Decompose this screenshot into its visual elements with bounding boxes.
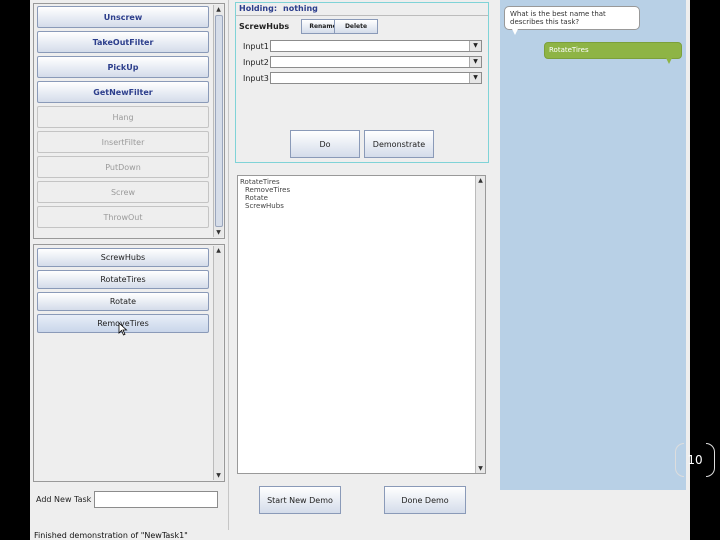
insert-filter-button[interactable]: InsertFilter: [37, 131, 209, 153]
chevron-down-icon[interactable]: ▼: [469, 41, 481, 51]
get-new-filter-button[interactable]: GetNewFilter: [37, 81, 209, 103]
scroll-down-arrow-icon[interactable]: ▼: [214, 228, 223, 237]
add-new-task-label: Add New Task: [36, 495, 92, 504]
scroll-up-arrow-icon[interactable]: ▲: [476, 176, 485, 185]
delete-button[interactable]: Delete: [334, 19, 378, 34]
do-button[interactable]: Do: [290, 130, 360, 158]
tree-child-item[interactable]: RemoveTires: [245, 186, 290, 194]
holding-value: nothing: [283, 4, 318, 13]
learned-tasks-panel: ScrewHubs RotateTires Rotate RemoveTires…: [33, 244, 225, 482]
input3-dropdown[interactable]: ▼: [270, 72, 482, 84]
scroll-down-arrow-icon[interactable]: ▼: [214, 471, 223, 480]
take-out-filter-button[interactable]: TakeOutFilter: [37, 31, 209, 53]
chevron-down-icon[interactable]: ▼: [469, 73, 481, 83]
user-answer-bubble: RotateTires: [544, 42, 682, 59]
slide-page-number: 10: [675, 441, 715, 479]
selected-task-name: ScrewHubs: [239, 22, 290, 31]
tree-scrollbar[interactable]: ▲ ▼: [475, 176, 485, 473]
input1-dropdown[interactable]: ▼: [270, 40, 482, 52]
pick-up-button[interactable]: PickUp: [37, 56, 209, 78]
scroll-down-arrow-icon[interactable]: ▼: [476, 464, 485, 473]
add-new-task-input[interactable]: [94, 491, 218, 508]
throw-out-button[interactable]: ThrowOut: [37, 206, 209, 228]
primitives-scroll-thumb[interactable]: [215, 15, 223, 227]
input3-label: Input3: [243, 74, 269, 83]
input1-label: Input1: [243, 42, 269, 51]
screw-button[interactable]: Screw: [37, 181, 209, 203]
mouse-pointer-icon: [118, 322, 128, 336]
hang-button[interactable]: Hang: [37, 106, 209, 128]
unscrew-button[interactable]: Unscrew: [37, 6, 209, 28]
tasks-scrollbar[interactable]: ▲ ▼: [213, 246, 223, 480]
holding-label: Holding:: [239, 4, 278, 13]
task-tree-panel: RotateTires RemoveTires Rotate ScrewHubs…: [237, 175, 486, 474]
task-screwhubs-button[interactable]: ScrewHubs: [37, 248, 209, 267]
task-rotatetires-button[interactable]: RotateTires: [37, 270, 209, 289]
put-down-button[interactable]: PutDown: [37, 156, 209, 178]
done-demo-button[interactable]: Done Demo: [384, 486, 466, 514]
tree-root-item[interactable]: RotateTires: [240, 178, 280, 186]
chevron-down-icon[interactable]: ▼: [469, 57, 481, 67]
task-action-panel: Holding: nothing ScrewHubs Rename Delete …: [235, 2, 489, 163]
status-bar: Finished demonstration of "NewTask1": [30, 531, 690, 540]
scroll-up-arrow-icon[interactable]: ▲: [214, 246, 223, 255]
robot-question-bubble: What is the best name that describes thi…: [504, 6, 640, 30]
chat-panel: What is the best name that describes thi…: [500, 0, 686, 490]
primitive-actions-list: Unscrew TakeOutFilter PickUp GetNewFilte…: [37, 6, 211, 231]
tree-child-item[interactable]: Rotate: [245, 194, 268, 202]
question-bubble-tail: [512, 29, 518, 35]
column-divider: [228, 0, 229, 530]
demonstrate-button[interactable]: Demonstrate: [364, 130, 434, 158]
scroll-up-arrow-icon[interactable]: ▲: [214, 5, 223, 14]
holding-status: Holding: nothing: [239, 4, 324, 13]
answer-bubble-tail: [666, 58, 672, 64]
primitives-scrollbar[interactable]: ▲ ▼: [213, 5, 223, 237]
separator: [236, 15, 488, 16]
start-new-demo-button[interactable]: Start New Demo: [259, 486, 341, 514]
primitive-actions-panel: Unscrew TakeOutFilter PickUp GetNewFilte…: [33, 3, 225, 239]
task-rotate-button[interactable]: Rotate: [37, 292, 209, 311]
demonstration-app-window: Unscrew TakeOutFilter PickUp GetNewFilte…: [30, 0, 690, 540]
tree-child-item[interactable]: ScrewHubs: [245, 202, 284, 210]
input2-label: Input2: [243, 58, 269, 67]
input2-dropdown[interactable]: ▼: [270, 56, 482, 68]
